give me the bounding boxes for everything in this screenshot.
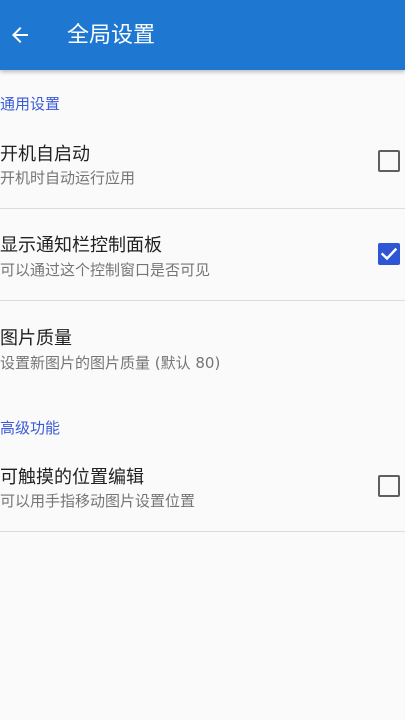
pref-autostart[interactable]: 开机自启动 开机时自动运行应用: [0, 120, 405, 209]
pref-title: 显示通知栏控制面板: [0, 235, 162, 256]
notification-panel-checkbox[interactable]: [378, 243, 400, 265]
arrow-left-icon: [12, 27, 28, 43]
back-button[interactable]: [0, 0, 40, 70]
pref-image-quality[interactable]: 图片质量 设置新图片的图片质量 (默认 80): [0, 301, 405, 401]
pref-title: 图片质量: [0, 328, 72, 349]
pref-summary: 开机时自动运行应用: [0, 169, 136, 187]
autostart-checkbox[interactable]: [378, 150, 400, 172]
pref-summary: 可以通过这个控制窗口是否可见: [0, 261, 211, 279]
pref-notification-panel[interactable]: 显示通知栏控制面板 可以通过这个控制窗口是否可见: [0, 209, 405, 301]
touch-edit-checkbox[interactable]: [378, 475, 400, 497]
pref-title: 开机自启动: [0, 144, 90, 165]
pref-summary: 设置新图片的图片质量 (默认 80): [0, 354, 221, 372]
pref-title: 可触摸的位置编辑: [0, 467, 144, 488]
page-title: 全局设置: [67, 23, 156, 48]
pref-touch-edit[interactable]: 可触摸的位置编辑 可以用手指移动图片设置位置: [0, 443, 405, 532]
checkmark-icon: [380, 247, 398, 261]
section-header-advanced: 高级功能: [0, 419, 61, 437]
section-header-general: 通用设置: [0, 95, 61, 113]
pref-summary: 可以用手指移动图片设置位置: [0, 492, 196, 510]
app-bar: 全局设置: [0, 0, 405, 70]
